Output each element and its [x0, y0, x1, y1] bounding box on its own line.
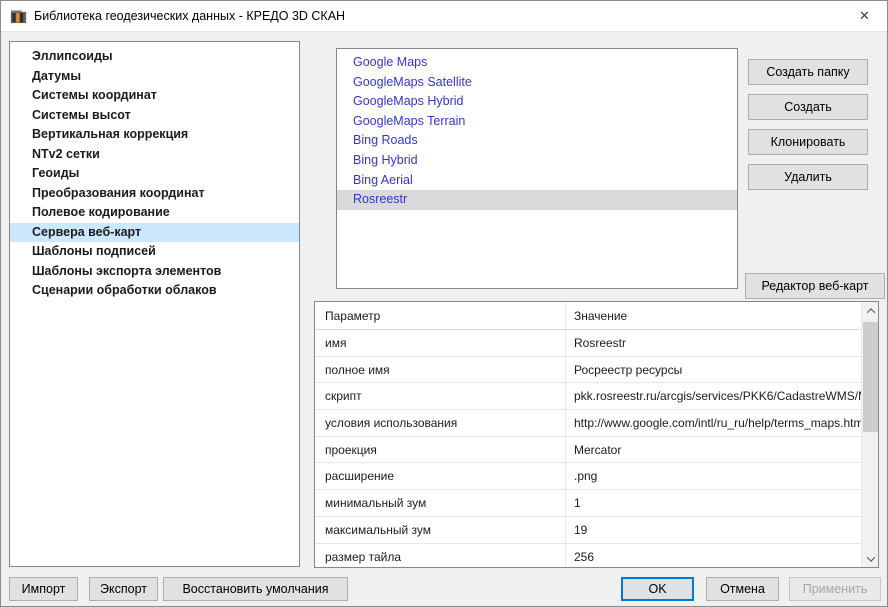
- titlebar: Библиотека геодезических данных - КРЕДО …: [1, 1, 887, 32]
- window-title: Библиотека геодезических данных - КРЕДО …: [34, 9, 345, 23]
- server-item-5[interactable]: Bing Hybrid: [337, 151, 737, 171]
- properties-table: Параметр Значение имяRosreestrполное имя…: [314, 301, 879, 568]
- sidebar-item-6[interactable]: Геоиды: [10, 164, 299, 184]
- param-name-cell: условия использования: [315, 410, 565, 436]
- table-row[interactable]: расширение.png: [315, 463, 861, 490]
- library-books-icon: [10, 8, 27, 25]
- param-value-cell[interactable]: Rosreestr: [565, 330, 861, 356]
- table-row[interactable]: минимальный зум1: [315, 490, 861, 517]
- param-value-cell[interactable]: http://www.google.com/intl/ru_ru/help/te…: [565, 410, 861, 436]
- param-name-cell: размер тайла: [315, 544, 565, 568]
- table-row[interactable]: условия использованияhttp://www.google.c…: [315, 410, 861, 437]
- table-scrollbar[interactable]: [861, 302, 878, 567]
- sidebar-item-10[interactable]: Шаблоны подписей: [10, 242, 299, 262]
- sidebar-item-9[interactable]: Сервера веб-карт: [10, 223, 299, 243]
- param-value-cell[interactable]: 19: [565, 517, 861, 543]
- param-value-cell[interactable]: Росреестр ресурсы: [565, 357, 861, 383]
- close-icon[interactable]: ✕: [842, 1, 887, 31]
- param-name-cell: расширение: [315, 463, 565, 489]
- sidebar-item-5[interactable]: NTv2 сетки: [10, 145, 299, 165]
- param-value-cell[interactable]: .png: [565, 463, 861, 489]
- param-value-cell[interactable]: Mercator: [565, 437, 861, 463]
- ok-button[interactable]: OK: [621, 577, 694, 601]
- export-button[interactable]: Экспорт: [89, 577, 158, 601]
- param-value-cell[interactable]: 256: [565, 544, 861, 568]
- scroll-down-icon[interactable]: [862, 550, 879, 567]
- server-item-0[interactable]: Google Maps: [337, 53, 737, 73]
- clone-button[interactable]: Клонировать: [748, 129, 868, 155]
- restore-defaults-button[interactable]: Восстановить умолчания: [163, 577, 348, 601]
- param-name-cell: максимальный зум: [315, 517, 565, 543]
- header-value: Значение: [565, 302, 861, 329]
- param-value-cell[interactable]: 1: [565, 490, 861, 516]
- server-item-4[interactable]: Bing Roads: [337, 131, 737, 151]
- sidebar-item-2[interactable]: Системы координат: [10, 86, 299, 106]
- param-value-cell[interactable]: pkk.rosreestr.ru/arcgis/services/PKK6/Ca…: [565, 383, 861, 409]
- properties-rows-area: Параметр Значение имяRosreestrполное имя…: [315, 302, 861, 567]
- server-list: Google MapsGoogleMaps SatelliteGoogleMap…: [336, 48, 738, 289]
- table-row[interactable]: проекцияMercator: [315, 437, 861, 464]
- web-map-editor-button[interactable]: Редактор веб-карт: [745, 273, 885, 299]
- sidebar-item-8[interactable]: Полевое кодирование: [10, 203, 299, 223]
- server-item-6[interactable]: Bing Aerial: [337, 171, 737, 191]
- param-name-cell: скрипт: [315, 383, 565, 409]
- param-name-cell: полное имя: [315, 357, 565, 383]
- delete-button[interactable]: Удалить: [748, 164, 868, 190]
- table-row[interactable]: полное имяРосреестр ресурсы: [315, 357, 861, 384]
- sidebar-item-12[interactable]: Сценарии обработки облаков: [10, 281, 299, 301]
- create-button[interactable]: Создать: [748, 94, 868, 120]
- server-item-7[interactable]: Rosreestr: [337, 190, 737, 210]
- header-parameter: Параметр: [315, 302, 565, 329]
- param-name-cell: имя: [315, 330, 565, 356]
- apply-button[interactable]: Применить: [789, 577, 881, 601]
- table-row[interactable]: скриптpkk.rosreestr.ru/arcgis/services/P…: [315, 383, 861, 410]
- sidebar-item-4[interactable]: Вертикальная коррекция: [10, 125, 299, 145]
- server-item-3[interactable]: GoogleMaps Terrain: [337, 112, 737, 132]
- server-item-2[interactable]: GoogleMaps Hybrid: [337, 92, 737, 112]
- category-list: ЭллипсоидыДатумыСистемы координатСистемы…: [9, 41, 300, 567]
- sidebar-item-0[interactable]: Эллипсоиды: [10, 47, 299, 67]
- sidebar-item-3[interactable]: Системы высот: [10, 106, 299, 126]
- table-row[interactable]: имяRosreestr: [315, 330, 861, 357]
- dialog-library-window: Библиотека геодезических данных - КРЕДО …: [0, 0, 888, 607]
- param-name-cell: проекция: [315, 437, 565, 463]
- cancel-button[interactable]: Отмена: [706, 577, 779, 601]
- import-button[interactable]: Импорт: [9, 577, 78, 601]
- sidebar-item-7[interactable]: Преобразования координат: [10, 184, 299, 204]
- sidebar-item-1[interactable]: Датумы: [10, 67, 299, 87]
- table-row[interactable]: максимальный зум19: [315, 517, 861, 544]
- create-folder-button[interactable]: Создать папку: [748, 59, 868, 85]
- table-row[interactable]: размер тайла256: [315, 544, 861, 568]
- server-item-1[interactable]: GoogleMaps Satellite: [337, 73, 737, 93]
- param-name-cell: минимальный зум: [315, 490, 565, 516]
- scroll-up-icon[interactable]: [862, 302, 879, 319]
- scrollbar-thumb[interactable]: [863, 322, 878, 432]
- properties-header-row: Параметр Значение: [315, 302, 861, 330]
- sidebar-item-11[interactable]: Шаблоны экспорта элементов: [10, 262, 299, 282]
